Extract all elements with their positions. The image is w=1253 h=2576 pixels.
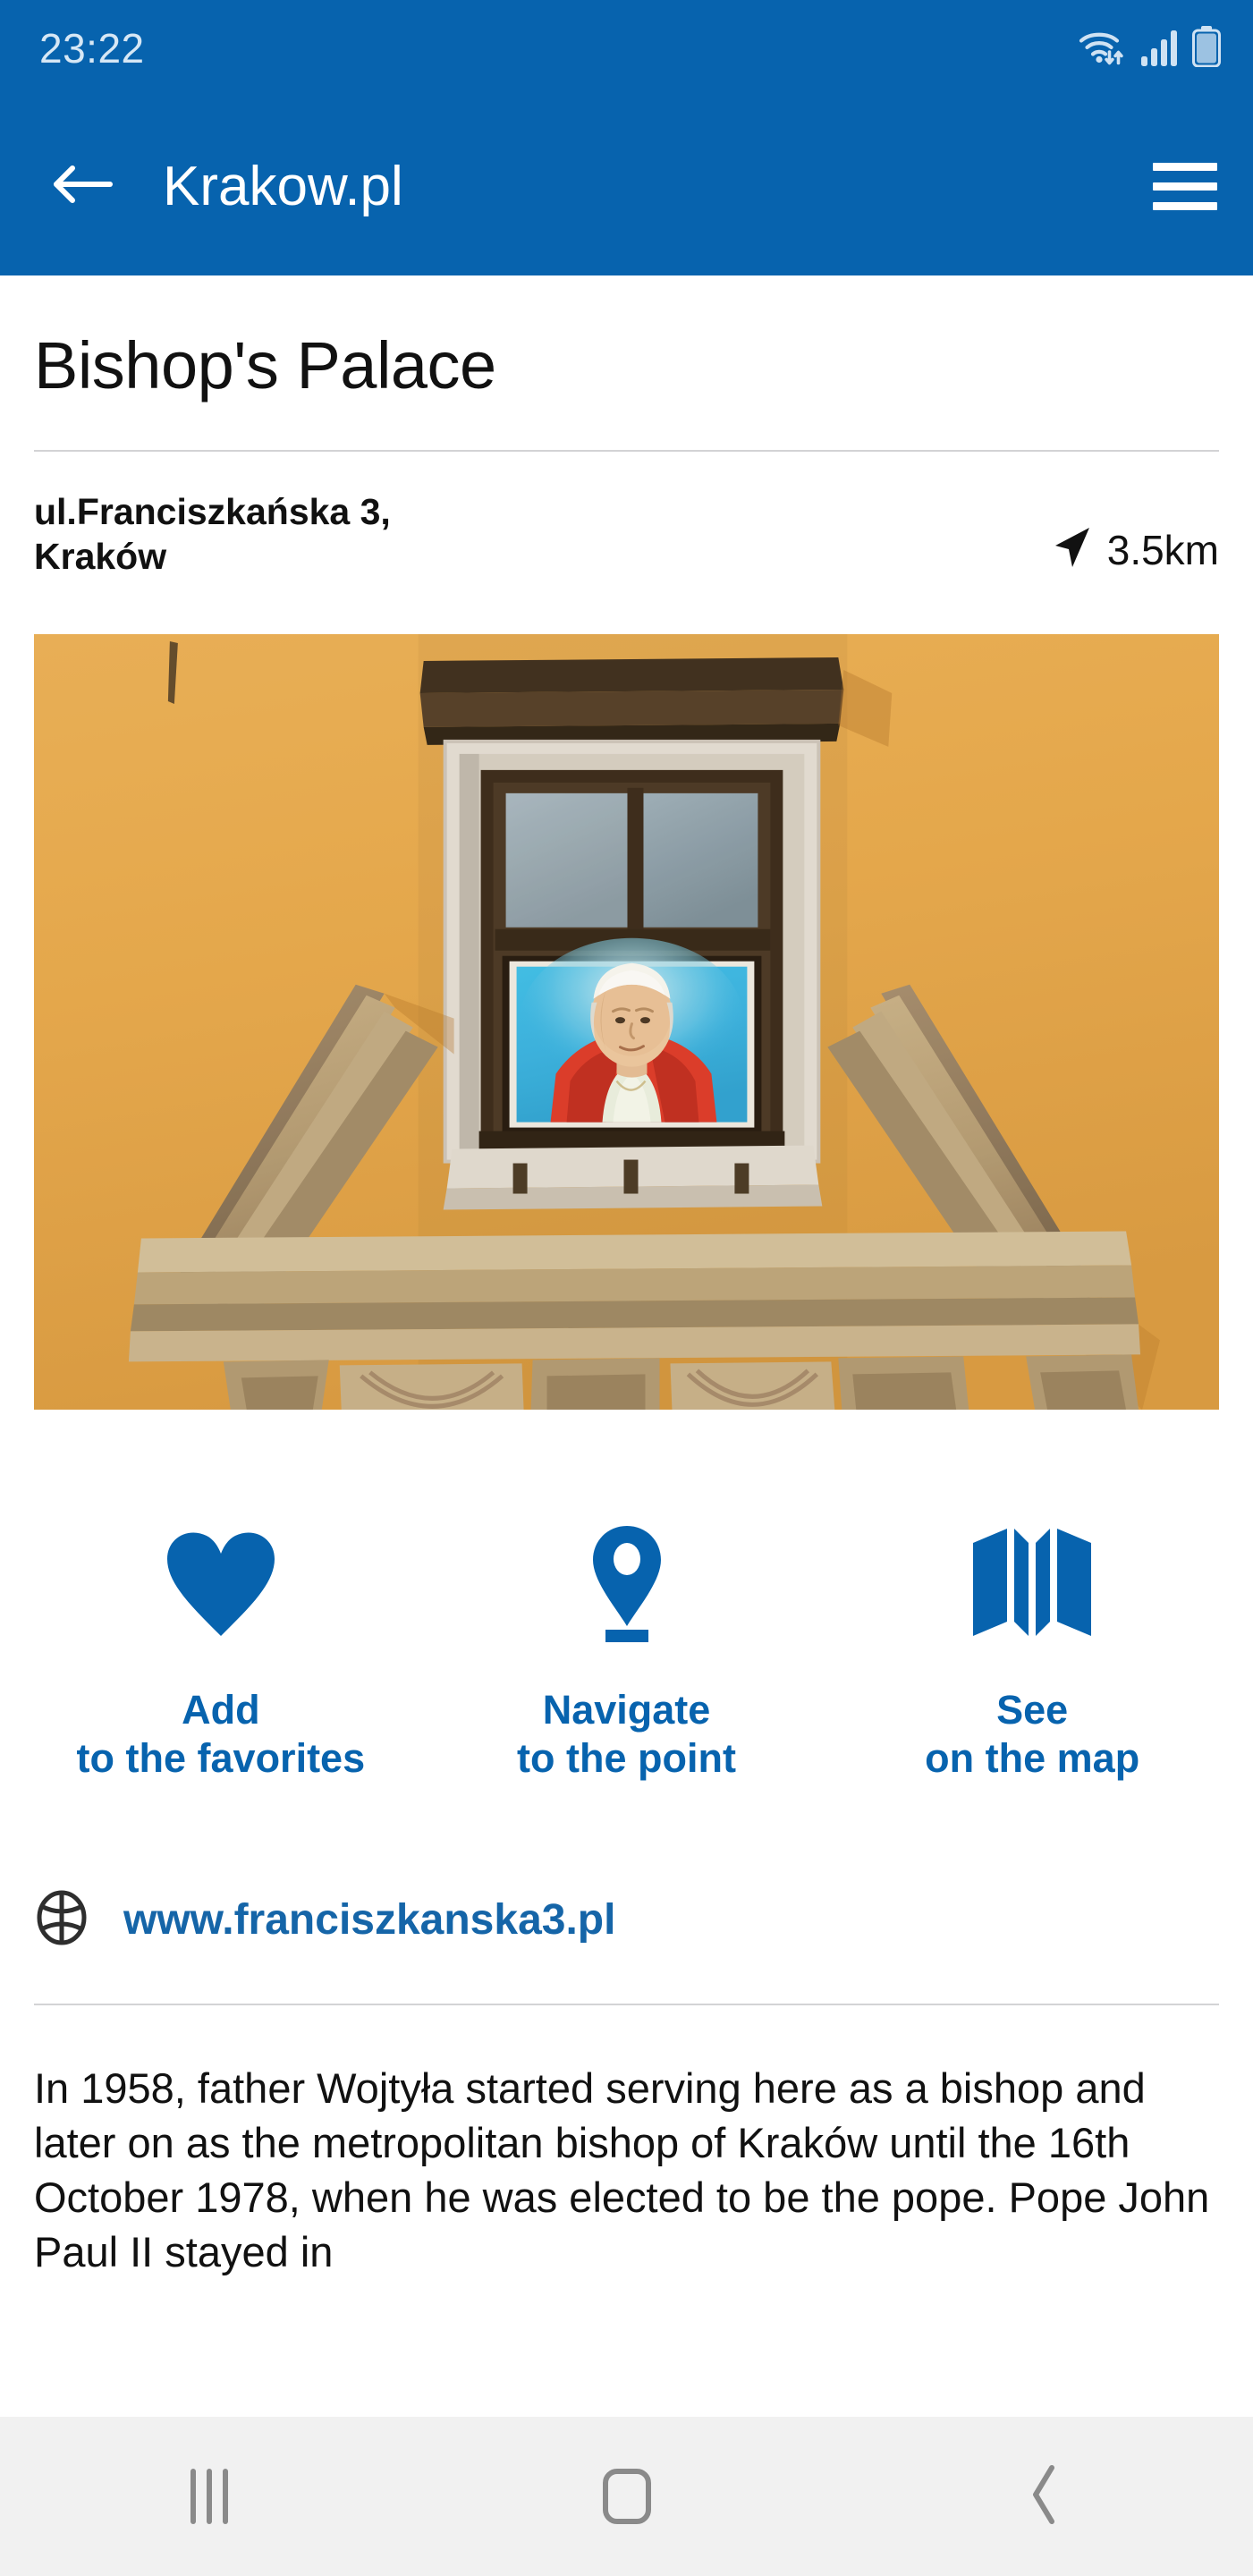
address-text: ul.Franciszkańska 3, Kraków: [34, 489, 391, 579]
cellular-signal-icon: [1140, 28, 1180, 72]
heart-icon: [162, 1520, 280, 1645]
address-line-1: ul.Franciszkańska 3,: [34, 491, 391, 532]
app-bar: Krakow.pl: [0, 97, 1253, 275]
website-row[interactable]: www.franciszkanska3.pl: [0, 1783, 1253, 1950]
status-icons: [1078, 25, 1221, 72]
distance-indicator: 3.5km: [1050, 524, 1219, 579]
recents-icon: [190, 2469, 228, 2524]
navigate-to-point-button[interactable]: Navigate to the point: [424, 1520, 830, 1783]
recents-button[interactable]: [0, 2469, 418, 2524]
address-line-2: Kraków: [34, 536, 167, 578]
add-to-favorites-button[interactable]: Add to the favorites: [18, 1520, 424, 1783]
see-on-map-button[interactable]: See on the map: [829, 1520, 1235, 1783]
folded-map-icon: [969, 1520, 1095, 1645]
globe-icon: [34, 1890, 89, 1950]
address-row: ul.Franciszkańska 3, Kraków 3.5km: [0, 452, 1253, 579]
distance-value: 3.5km: [1106, 526, 1219, 573]
poi-content: Bishop's Palace ul.Franciszkańska 3, Kra…: [0, 275, 1253, 2279]
add-to-favorites-label: Add to the favorites: [76, 1687, 366, 1782]
home-button[interactable]: [418, 2469, 835, 2524]
app-title: Krakow.pl: [163, 155, 403, 217]
status-bar: 23:22: [0, 0, 1253, 97]
back-chevron-icon: [1025, 2462, 1064, 2531]
navigation-arrow-icon: [1050, 524, 1093, 575]
battery-icon: [1192, 25, 1221, 72]
see-on-map-label: See on the map: [925, 1687, 1140, 1782]
android-navigation-bar: [0, 2417, 1253, 2576]
page-title: Bishop's Palace: [34, 328, 496, 402]
back-nav-button[interactable]: [835, 2462, 1253, 2531]
action-buttons: Add to the favorites Navigate to the poi…: [0, 1520, 1253, 1783]
description-text: In 1958, father Wojtyła started serving …: [34, 2064, 1210, 2276]
phone-screen: 23:22 Krakow.pl Bishop's Palace ul.Franc…: [0, 0, 1253, 2576]
wifi-icon: [1078, 28, 1128, 72]
website-link[interactable]: www.franciszkanska3.pl: [123, 1895, 615, 1945]
arrow-left-icon: [49, 157, 115, 216]
back-button[interactable]: [47, 150, 118, 222]
hamburger-menu-button[interactable]: [1140, 148, 1217, 225]
navigate-to-point-label: Navigate to the point: [517, 1687, 736, 1782]
home-icon: [602, 2469, 651, 2524]
status-clock: 23:22: [39, 25, 145, 72]
poi-photo[interactable]: [34, 634, 1219, 1411]
map-pin-icon: [584, 1520, 670, 1645]
